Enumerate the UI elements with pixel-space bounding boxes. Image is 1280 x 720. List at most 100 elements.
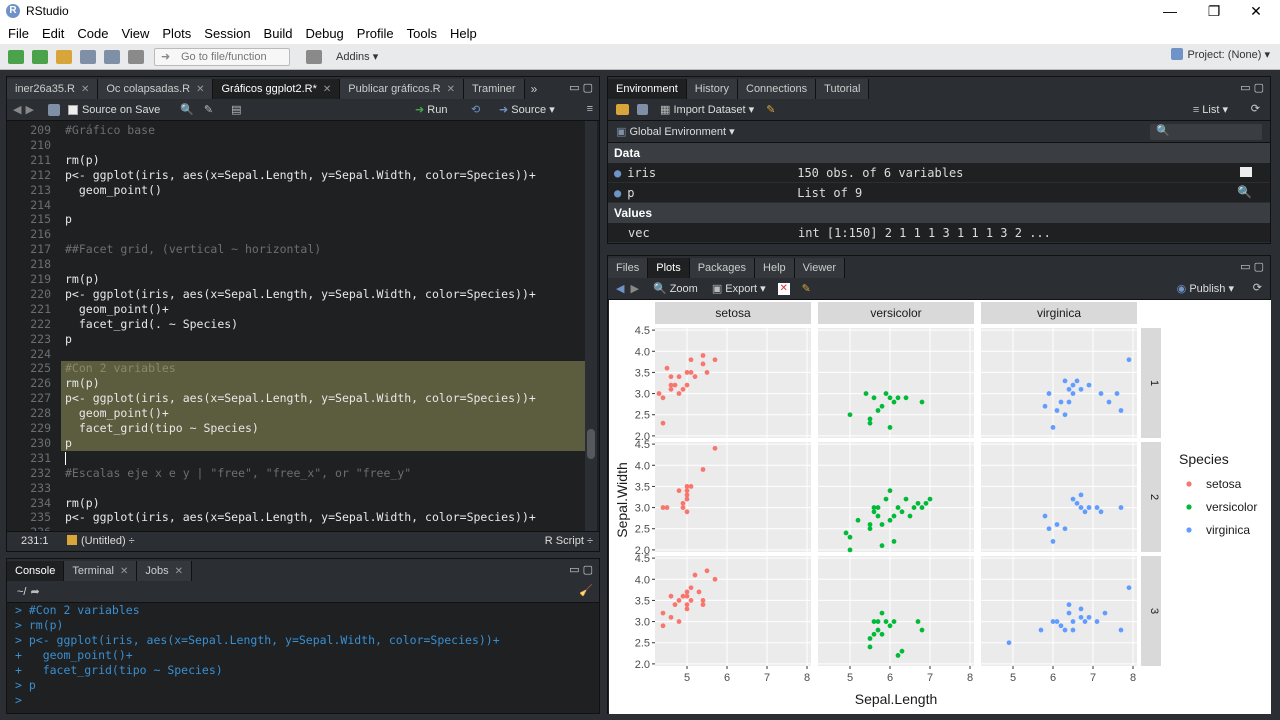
code-line[interactable]: 234 rm(p) (7, 496, 585, 511)
close-icon[interactable]: ✕ (323, 84, 331, 95)
view-list-menu[interactable]: ≡ List ▾ (1193, 103, 1228, 116)
code-line[interactable]: 213 geom_point() (7, 183, 585, 198)
menu-plots[interactable]: Plots (154, 26, 196, 41)
save-all-icon[interactable] (104, 49, 120, 64)
import-dataset-button[interactable]: ▦ Import Dataset ▾ (660, 103, 754, 116)
code-line[interactable]: 216 (7, 227, 585, 242)
run-button[interactable]: ➜ Run (415, 103, 447, 116)
load-workspace-icon[interactable] (616, 104, 629, 115)
code-line[interactable]: 218 (7, 257, 585, 272)
global-env-menu[interactable]: ▣ Global Environment ▾ (616, 125, 735, 138)
inspect-icon[interactable]: 🔍 (1237, 185, 1252, 199)
new-file-icon[interactable] (8, 49, 24, 64)
pane-controls-icon[interactable]: ▭ ▢ (1240, 81, 1264, 94)
code-line[interactable]: 224 (7, 347, 585, 362)
goto-dir-icon[interactable]: ➦ (30, 585, 39, 598)
clear-console-icon[interactable]: 🧹 (579, 584, 593, 597)
expand-icon[interactable]: ● (614, 166, 621, 180)
expand-icon[interactable]: ● (614, 186, 621, 200)
code-line[interactable]: 214 (7, 198, 585, 213)
menu-build[interactable]: Build (256, 26, 298, 41)
env-row-vec[interactable]: vec int [1:150] 2 1 1 1 3 1 1 1 3 2 ... (608, 223, 1270, 243)
code-line[interactable]: 221 geom_point()+ (7, 302, 585, 317)
code-line[interactable]: 209 #Gráfico base (7, 123, 585, 138)
tab-file-3[interactable]: Gráficos ggplot2.R* ✕ (213, 79, 341, 99)
open-file-icon[interactable] (56, 49, 72, 64)
plot-canvas[interactable]: setosa versicolor virginica 1 2 3 2.0 2.5 3.0 3.5… (609, 300, 1271, 714)
source-button[interactable]: ➜ Source ▾ (499, 103, 555, 116)
code-line[interactable]: 225 #Con 2 variables (7, 361, 585, 376)
pane-controls-icon[interactable]: ▭ ▢ (1240, 260, 1264, 273)
broom-icon[interactable]: ✎ (802, 282, 811, 295)
close-icon[interactable]: ✕ (447, 84, 455, 95)
menu-view[interactable]: View (113, 26, 154, 41)
grid-layout-icon[interactable] (306, 49, 322, 64)
tab-history[interactable]: History (686, 79, 738, 99)
new-project-icon[interactable] (32, 49, 48, 64)
pane-controls-icon[interactable]: ▭ ▢ (569, 563, 593, 576)
save-workspace-icon[interactable] (637, 104, 648, 115)
code-line[interactable]: 210 (7, 138, 585, 153)
menu-help[interactable]: Help (442, 26, 482, 41)
menu-code[interactable]: Code (69, 26, 113, 41)
code-line[interactable]: 228 geom_point()+ (7, 406, 585, 421)
code-line[interactable]: 227 p<- ggplot(iris, aes(x=Sepal.Length, … (7, 391, 585, 406)
refresh-icon[interactable]: ⟳ (1253, 281, 1262, 294)
doc-outline-icon[interactable]: ▤ (231, 103, 241, 116)
tab-console[interactable]: Console (7, 561, 65, 581)
menu-file[interactable]: File (0, 26, 34, 41)
menu-profile[interactable]: Profile (349, 26, 399, 41)
code-line[interactable]: 231 (7, 451, 585, 466)
project-menu[interactable]: Project: (None) ▾ (1171, 48, 1270, 61)
publish-button[interactable]: ◉ Publish ▾ (1177, 282, 1234, 295)
console-output[interactable]: > #Con 2 variables > rm(p) > p<- ggplot(ir… (15, 603, 500, 708)
scope-selector[interactable]: (Untitled) ÷ (67, 535, 135, 547)
remove-plot-icon[interactable]: ✕ (777, 282, 790, 295)
broom-icon[interactable]: ✎ (766, 103, 775, 116)
export-button[interactable]: ▣ Export ▾ (712, 282, 766, 295)
close-icon[interactable]: ✕ (175, 566, 183, 577)
code-line[interactable]: 230 p (7, 436, 585, 451)
code-line[interactable]: 233 (7, 481, 585, 496)
close-icon[interactable]: ✕ (120, 566, 128, 577)
code-line[interactable]: 220 p<- ggplot(iris, aes(x=Sepal.Length, … (7, 287, 585, 302)
code-line[interactable]: 215 p (7, 212, 585, 227)
forward-icon[interactable]: ▶ (25, 103, 33, 116)
close-icon[interactable]: ✕ (196, 84, 204, 95)
menu-debug[interactable]: Debug (297, 26, 348, 41)
tab-viewer[interactable]: Viewer (794, 258, 846, 278)
code-line[interactable]: 222 facet_grid(. ~ Species) (7, 317, 585, 332)
tab-files[interactable]: Files (608, 258, 649, 278)
tab-environment[interactable]: Environment (608, 79, 687, 99)
tab-connections[interactable]: Connections (738, 79, 817, 99)
env-row-p[interactable]: ● p List of 9 🔍 (608, 183, 1270, 203)
menu-tools[interactable]: Tools (399, 26, 442, 41)
tab-file-4[interactable]: Publicar gráficos.R ✕ (340, 79, 464, 99)
minimize-button[interactable]: — (1148, 0, 1192, 22)
more-tabs-icon[interactable]: » (531, 82, 538, 96)
code-line[interactable]: 217 ##Facet grid, (vertical ~ horizontal) (7, 242, 585, 257)
file-type-selector[interactable]: R Script ÷ (545, 535, 593, 547)
editor-scrollbar[interactable] (585, 121, 597, 531)
source-on-save-checkbox[interactable] (67, 104, 78, 115)
tab-file-1[interactable]: iner26a35.R ✕ (7, 79, 99, 99)
code-editor[interactable]: 209 #Gráfico base 210 211 rm(p) 212 p<- ggplot… (7, 121, 585, 531)
code-line[interactable]: 232 #Escalas eje x e y | "free", "free_x"… (7, 466, 585, 481)
tab-jobs[interactable]: Jobs ✕ (137, 561, 192, 581)
save-icon[interactable] (47, 103, 60, 116)
code-line[interactable]: 235 p<- ggplot(iris, aes(x=Sepal.Length, … (7, 510, 585, 525)
rerun-icon[interactable]: ⟲ (471, 103, 480, 116)
goto-file-input[interactable]: ➜ Go to file/function (154, 47, 290, 66)
code-line[interactable]: 212 p<- ggplot(iris, aes(x=Sepal.Length, … (7, 168, 585, 183)
code-line[interactable]: 211 rm(p) (7, 153, 585, 168)
menu-edit[interactable]: Edit (34, 26, 69, 41)
view-table-icon[interactable] (1240, 167, 1252, 177)
zoom-button[interactable]: 🔍 Zoom (653, 282, 698, 295)
code-line[interactable]: 219 rm(p) (7, 272, 585, 287)
tab-help[interactable]: Help (755, 258, 795, 278)
tab-packages[interactable]: Packages (689, 258, 756, 278)
print-icon[interactable] (128, 49, 144, 64)
close-button[interactable]: ✕ (1234, 0, 1278, 22)
refresh-icon[interactable]: ⟳ (1251, 102, 1260, 115)
close-icon[interactable]: ✕ (81, 84, 89, 95)
